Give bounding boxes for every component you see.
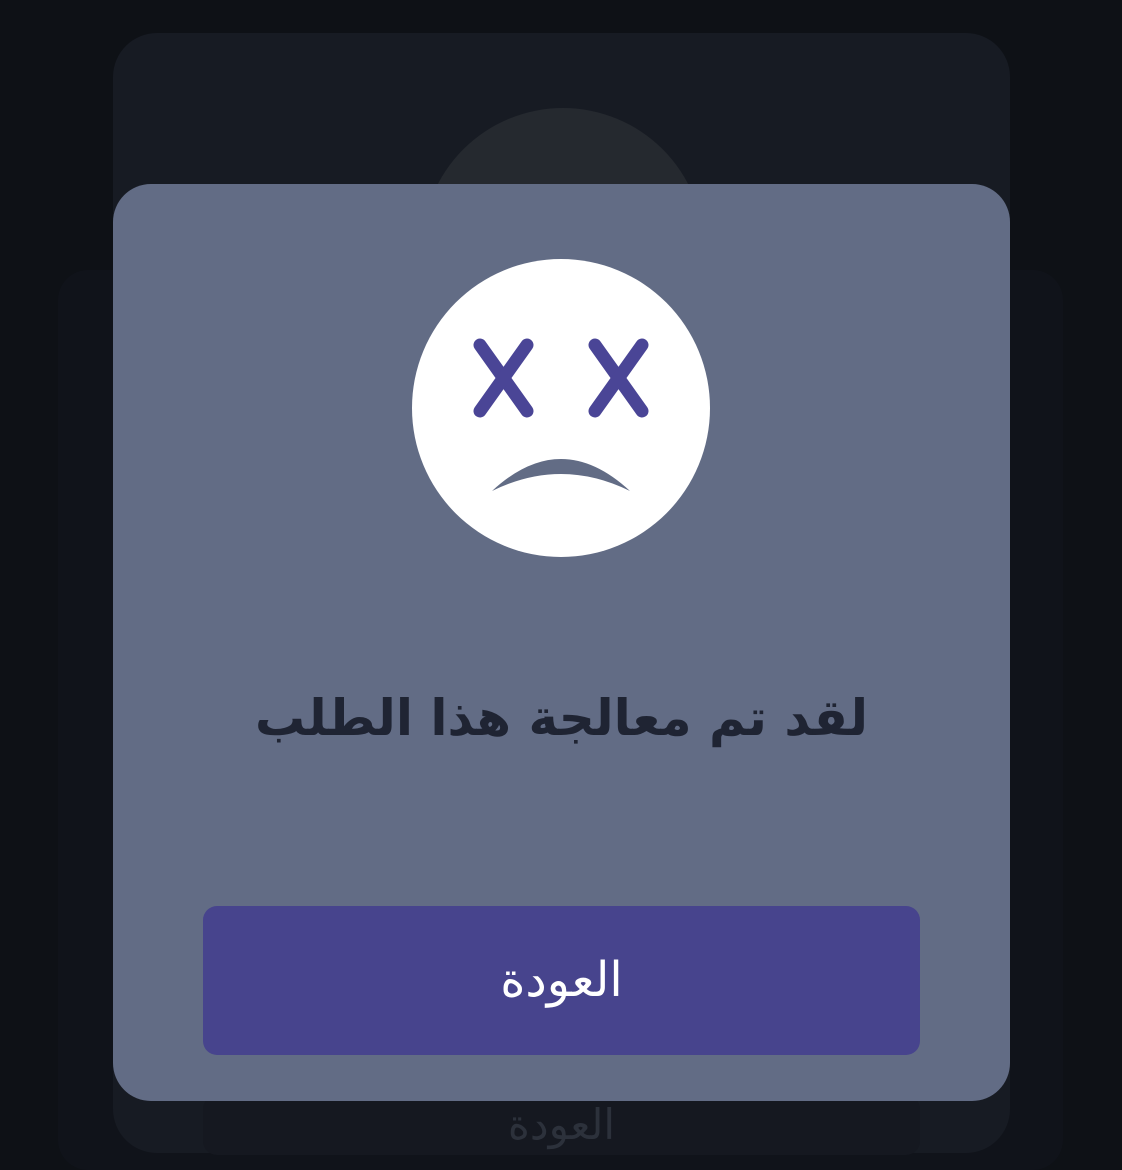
sad-face-icon <box>412 259 710 557</box>
background-back-button: العودة <box>203 1095 920 1155</box>
modal-title: لقد تم معالجة هذا الطلب <box>255 689 868 747</box>
back-button[interactable]: العودة <box>203 906 920 1055</box>
status-modal: لقد تم معالجة هذا الطلب العودة <box>113 184 1010 1101</box>
